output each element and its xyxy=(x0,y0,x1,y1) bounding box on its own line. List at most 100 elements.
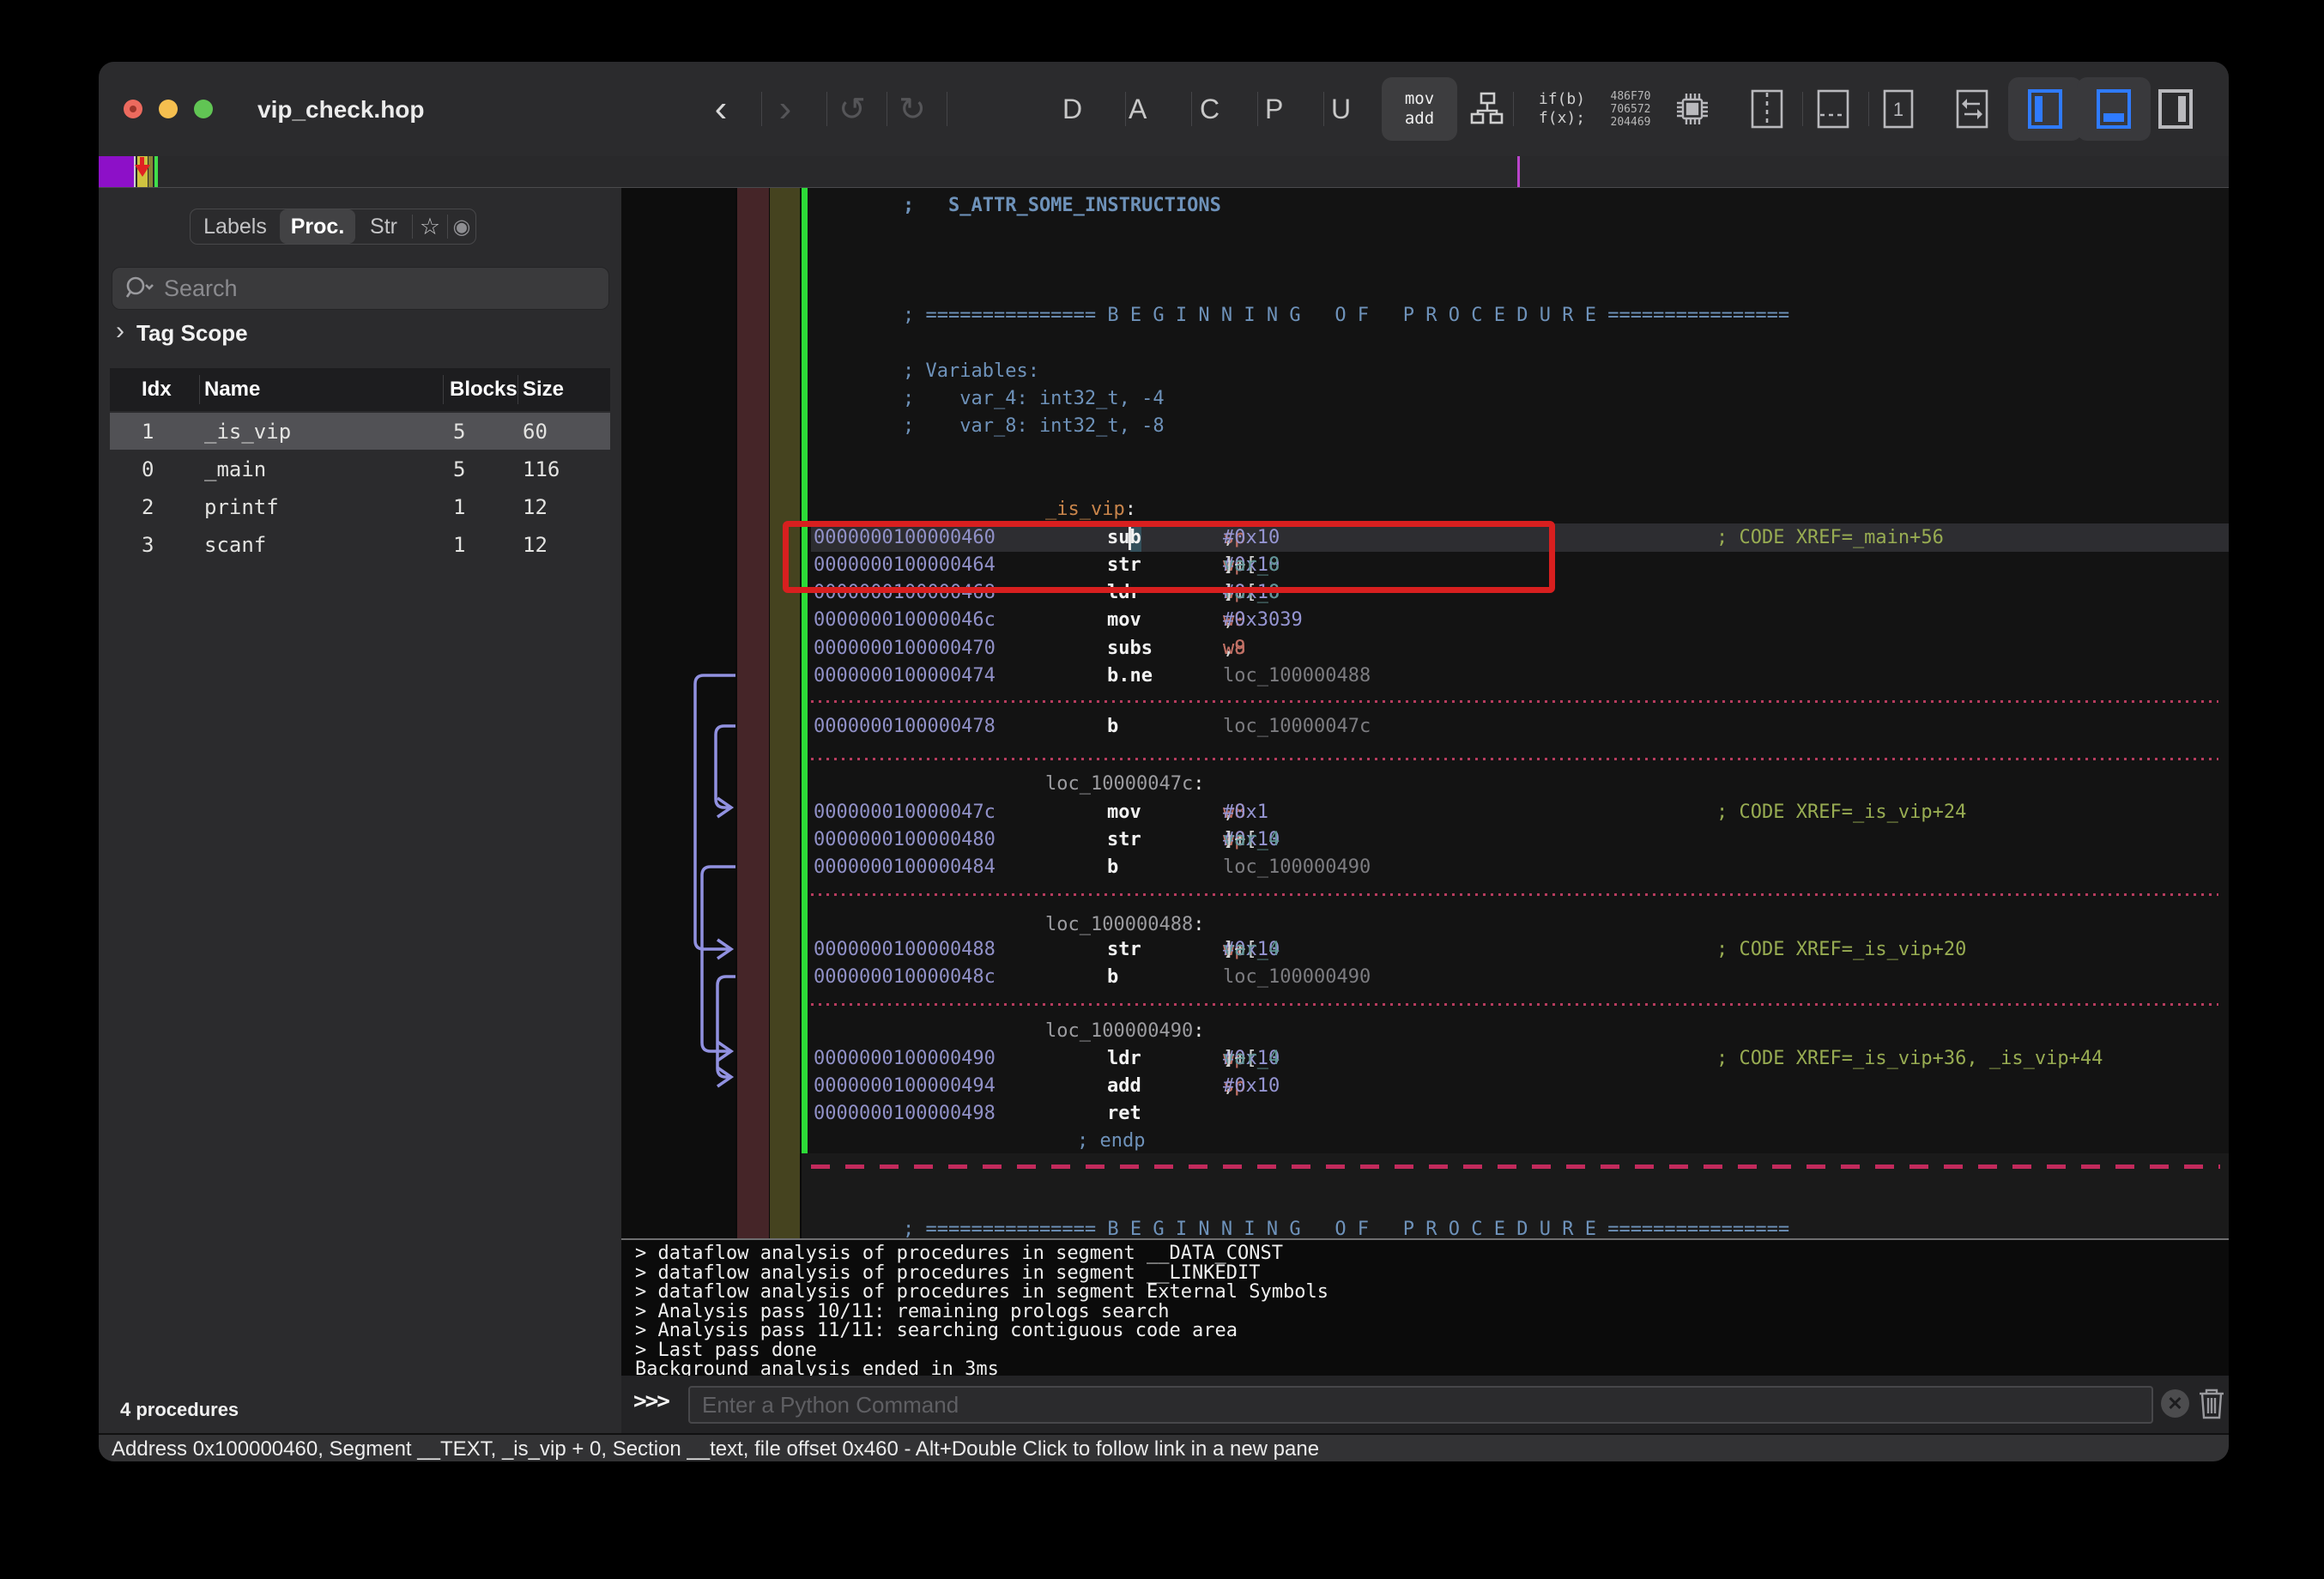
procedure-mode-button[interactable]: P xyxy=(1265,62,1294,156)
single-pane-button[interactable]: 1 xyxy=(1878,62,1919,156)
hex-bytes-icon: 486F70 706572 204469 xyxy=(1611,90,1651,129)
asm-row[interactable]: 0000000100000490ldrw0, [sp, #0x10 + var_… xyxy=(621,1044,2229,1073)
asm-row[interactable]: 000000010000047cmovw8, #0x1; CODE XREF=_… xyxy=(621,798,2229,826)
table-row[interactable]: 3scanf112 xyxy=(110,526,610,563)
asm-row[interactable]: 0000000100000488strwzr, [sp, #0x10 + var… xyxy=(621,935,2229,964)
tab-labels[interactable]: Labels xyxy=(191,209,280,244)
screen: vip_check.hop ‹ › ↺ ↻ D A C P U mov add xyxy=(0,0,2324,1579)
asm-row[interactable]: 0000000100000480strw8, [sp, #0x10 + var_… xyxy=(621,826,2229,854)
flowchart-icon xyxy=(1469,91,1505,127)
undefined-mode-button[interactable]: U xyxy=(1331,62,1360,156)
asm-row[interactable]: 0000000100000474b.neloc_100000488 xyxy=(621,662,2229,690)
zoom-window-button[interactable] xyxy=(194,100,213,118)
toggle-left-panel-button[interactable] xyxy=(2008,77,2082,141)
segment-block xyxy=(99,156,135,187)
asm-row[interactable]: 0000000100000478bloc_10000047c xyxy=(621,712,2229,741)
asm-row[interactable]: ; Variables: xyxy=(621,357,2229,385)
cfg-view-button[interactable] xyxy=(1468,62,1507,156)
toolbar-separator xyxy=(826,92,827,126)
asm-row[interactable]: ; var_8: int32_t, -8 xyxy=(621,412,2229,440)
toolbar-separator xyxy=(1323,92,1324,126)
asm-row[interactable]: 0000000100000470subsw8, w8, w9 xyxy=(621,634,2229,662)
clear-console-button[interactable]: ✕ xyxy=(2161,1389,2189,1418)
tab-tags[interactable]: ◉ xyxy=(448,209,475,244)
tab-procedures[interactable]: Proc. xyxy=(280,209,355,244)
python-command-input[interactable]: Enter a Python Command xyxy=(688,1386,2153,1424)
cpu-button[interactable] xyxy=(1672,62,1713,156)
position-arrow-icon xyxy=(135,165,150,177)
annotation-red-box xyxy=(783,521,1555,593)
asm-row[interactable]: 0000000100000484bloc_100000490 xyxy=(621,853,2229,881)
disassembly-pane[interactable]: ; S_ATTR_SOME_INSTRUCTIONS ; ============… xyxy=(621,188,2229,1238)
svg-text:1: 1 xyxy=(1893,99,1903,120)
block-separator xyxy=(811,1003,2218,1006)
asm-row[interactable]: 000000010000046cmovw9, #0x3039 xyxy=(621,606,2229,634)
forward-button[interactable]: › xyxy=(768,62,802,156)
console-line: > Last pass done xyxy=(635,1340,817,1360)
toolbar-separator xyxy=(1513,92,1514,126)
tab-bookmarks[interactable]: ☆ xyxy=(413,209,447,244)
split-horizontal-button[interactable] xyxy=(1813,62,1854,156)
asm-row[interactable]: loc_10000047c: xyxy=(621,770,2229,798)
table-row[interactable]: 0_main5116 xyxy=(110,451,610,487)
tag-scope-disclosure[interactable]: › Tag Scope xyxy=(116,318,248,348)
asm-row[interactable]: loc_100000490: xyxy=(621,1017,2229,1045)
undo-icon: ↺ xyxy=(838,90,866,129)
toolbar-separator xyxy=(1257,92,1258,126)
delete-log-button[interactable] xyxy=(2196,1386,2227,1420)
data-mode-button[interactable]: D xyxy=(1062,62,1092,156)
close-icon: ✕ xyxy=(2167,1393,2182,1415)
status-text: Address 0x100000460, Segment __TEXT, _is… xyxy=(112,1437,1319,1461)
asm-row[interactable]: ; S_ATTR_SOME_INSTRUCTIONS xyxy=(621,191,2229,220)
left-panel-icon xyxy=(2025,87,2065,131)
redo-button[interactable]: ↻ xyxy=(895,62,929,156)
pseudocode-button[interactable]: if(b) f(x); xyxy=(1519,62,1605,156)
assembly-view-button[interactable]: mov add xyxy=(1382,77,1457,141)
segment-mark xyxy=(154,156,158,187)
asm-row[interactable]: 000000010000048cbloc_100000490 xyxy=(621,963,2229,991)
ascii-mode-button[interactable]: A xyxy=(1129,62,1158,156)
one-pane-icon: 1 xyxy=(1880,88,1916,130)
console-log[interactable]: > dataflow analysis of procedures in seg… xyxy=(621,1238,2229,1376)
asm-row[interactable]: _is_vip: xyxy=(621,495,2229,523)
asm-row[interactable]: ; endp xyxy=(621,1127,2229,1155)
tab-strings[interactable]: Str xyxy=(355,209,412,244)
table-row[interactable]: 2printf112 xyxy=(110,488,610,525)
toggle-bottom-panel-button[interactable] xyxy=(2077,77,2151,141)
minimize-window-button[interactable] xyxy=(159,100,178,118)
cpu-chip-icon xyxy=(1673,89,1712,129)
hex-view-button[interactable]: 486F70 706572 204469 xyxy=(1596,62,1665,156)
star-icon: ☆ xyxy=(420,214,440,240)
swap-arrows-icon xyxy=(1952,87,1992,131)
procedure-table-header[interactable]: Idx Name Blocks Size xyxy=(110,368,610,411)
procedure-separator xyxy=(811,1165,2220,1169)
navigation-strip[interactable] xyxy=(99,156,2229,188)
close-window-button[interactable] xyxy=(124,100,142,118)
python-input-placeholder: Enter a Python Command xyxy=(702,1392,959,1419)
console-line: > Analysis pass 11/11: searching contigu… xyxy=(635,1321,1238,1340)
asm-row[interactable]: 0000000100000498ret xyxy=(621,1099,2229,1128)
asm-row[interactable]: ; =============== B E G I N N I N G O F … xyxy=(621,301,2229,330)
python-command-bar: >>> Enter a Python Command ✕ xyxy=(621,1376,2229,1433)
table-row[interactable]: 1_is_vip560 xyxy=(110,413,610,450)
status-bar: Address 0x100000460, Segment __TEXT, _is… xyxy=(99,1433,2229,1461)
title-bar: vip_check.hop ‹ › ↺ ↻ D A C P U mov add xyxy=(99,62,2229,156)
procedure-count: 4 procedures xyxy=(120,1399,239,1421)
asm-row[interactable]: 0000000100000494addsp, sp, #0x10 xyxy=(621,1072,2229,1100)
console-line: > dataflow analysis of procedures in seg… xyxy=(635,1243,1283,1263)
swap-panes-button[interactable] xyxy=(1951,62,1994,156)
chevron-right-icon: › xyxy=(779,88,792,130)
split-vertical-button[interactable] xyxy=(1746,62,1788,156)
toggle-right-panel-button[interactable] xyxy=(2152,62,2200,156)
undo-button[interactable]: ↺ xyxy=(835,62,869,156)
asm-row[interactable]: ; var_4: int32_t, -4 xyxy=(621,384,2229,413)
redo-icon: ↻ xyxy=(899,90,926,129)
code-mode-button[interactable]: C xyxy=(1200,62,1229,156)
search-icon xyxy=(123,274,157,303)
console-line: > Analysis pass 10/11: remaining prologs… xyxy=(635,1302,1170,1322)
python-prompt: >>> xyxy=(633,1388,669,1414)
asm-row[interactable]: ; =============== B E G I N N I N G O F … xyxy=(621,1215,2229,1238)
control-flow-arrows xyxy=(621,188,735,1238)
search-input[interactable]: Search xyxy=(112,267,609,310)
back-button[interactable]: ‹ xyxy=(704,62,738,156)
